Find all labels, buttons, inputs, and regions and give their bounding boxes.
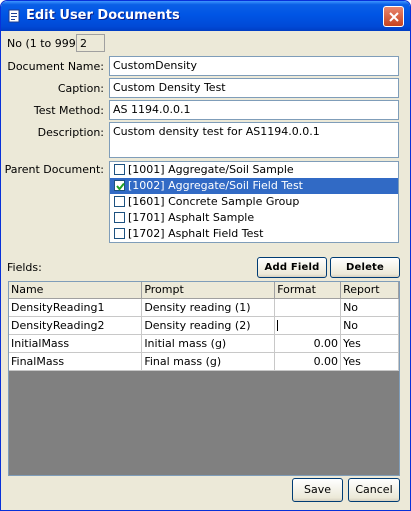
- cell-report[interactable]: Yes: [340, 352, 399, 371]
- no-field: 2: [76, 34, 105, 52]
- cell-report[interactable]: Yes: [340, 334, 399, 353]
- list-item-label: [1002] Aggregate/Soil Field Test: [128, 179, 303, 192]
- column-header-report[interactable]: Report: [340, 282, 399, 299]
- description-textarea[interactable]: Custom density test for AS1194.0.0.1: [109, 122, 399, 158]
- table-header-row: Name Prompt Format Report: [9, 282, 399, 299]
- cell-prompt[interactable]: Final mass (g): [141, 352, 276, 371]
- test-method-label: Test Method:: [33, 104, 104, 117]
- cell-prompt[interactable]: Density reading (1): [141, 298, 276, 317]
- cell-format-editing[interactable]: [274, 316, 342, 335]
- column-header-name[interactable]: Name: [9, 282, 143, 299]
- fields-label: Fields:: [7, 261, 42, 274]
- table-row[interactable]: InitialMass Initial mass (g) 0.00 Yes: [9, 334, 399, 353]
- caption-input[interactable]: Custom Density Test: [109, 78, 399, 98]
- fields-grid[interactable]: Name Prompt Format Report DensityReading…: [8, 281, 400, 476]
- cell-name[interactable]: InitialMass: [9, 334, 143, 353]
- checkbox[interactable]: [114, 164, 125, 175]
- list-item-label: [1702] Asphalt Field Test: [128, 227, 264, 240]
- list-item[interactable]: [1001] Aggregate/Soil Sample: [110, 162, 398, 178]
- list-item[interactable]: [1702] Asphalt Field Test: [110, 226, 398, 242]
- table-row[interactable]: FinalMass Final mass (g) 0.00 Yes: [9, 352, 399, 371]
- no-label: No (1 to 999):: [7, 37, 84, 50]
- delete-field-button[interactable]: Delete Field: [330, 257, 400, 292]
- cell-report[interactable]: No: [340, 298, 399, 317]
- caption-label: Caption:: [57, 82, 104, 95]
- description-label: Description:: [37, 126, 104, 139]
- column-header-format[interactable]: Format: [274, 282, 342, 299]
- checkmark-icon: [116, 182, 125, 191]
- test-method-input[interactable]: AS 1194.0.0.1: [109, 100, 399, 120]
- document-icon: [7, 9, 21, 23]
- list-item[interactable]: [1002] Aggregate/Soil Field Test: [110, 178, 398, 194]
- cell-format[interactable]: [274, 298, 342, 317]
- list-item[interactable]: [1701] Asphalt Sample: [110, 210, 398, 226]
- checkbox[interactable]: [114, 228, 125, 239]
- add-field-button[interactable]: Add Field: [257, 257, 327, 278]
- document-name-label: Document Name:: [7, 60, 104, 73]
- checkbox[interactable]: [114, 212, 125, 223]
- list-item-label: [1001] Aggregate/Soil Sample: [128, 163, 294, 176]
- edit-user-documents-window: Edit User Documents No (1 to 999): 2 Doc…: [0, 0, 411, 511]
- window-title: Edit User Documents: [26, 8, 180, 23]
- text-cursor: [277, 320, 279, 331]
- close-button[interactable]: [383, 6, 404, 27]
- cancel-button[interactable]: Cancel: [348, 478, 400, 502]
- fields-table: Name Prompt Format Report DensityReading…: [9, 282, 399, 371]
- cell-name[interactable]: FinalMass: [9, 352, 143, 371]
- checkbox[interactable]: [114, 196, 125, 207]
- list-item-label: [1601] Concrete Sample Group: [128, 195, 300, 208]
- title-bar[interactable]: Edit User Documents: [1, 1, 410, 31]
- table-row[interactable]: DensityReading1 Density reading (1) No: [9, 298, 399, 317]
- parent-document-list[interactable]: [1001] Aggregate/Soil Sample [1002] Aggr…: [109, 161, 399, 243]
- column-header-prompt[interactable]: Prompt: [141, 282, 276, 299]
- cell-format[interactable]: 0.00: [274, 334, 342, 353]
- list-item-label: [1701] Asphalt Sample: [128, 211, 255, 224]
- cell-name[interactable]: DensityReading1: [9, 298, 143, 317]
- save-button[interactable]: Save: [292, 478, 343, 502]
- checkbox[interactable]: [114, 180, 125, 191]
- document-name-input[interactable]: CustomDensity: [109, 56, 399, 76]
- cell-prompt[interactable]: Density reading (2): [141, 316, 276, 335]
- parent-document-label: Parent Document:: [4, 163, 104, 176]
- close-icon: [389, 12, 399, 22]
- list-item[interactable]: [1601] Concrete Sample Group: [110, 194, 398, 210]
- cell-report[interactable]: No: [340, 316, 399, 335]
- cell-name[interactable]: DensityReading2: [9, 316, 143, 335]
- cell-prompt[interactable]: Initial mass (g): [141, 334, 276, 353]
- cell-format[interactable]: 0.00: [274, 352, 342, 371]
- table-row[interactable]: DensityReading2 Density reading (2) No: [9, 316, 399, 335]
